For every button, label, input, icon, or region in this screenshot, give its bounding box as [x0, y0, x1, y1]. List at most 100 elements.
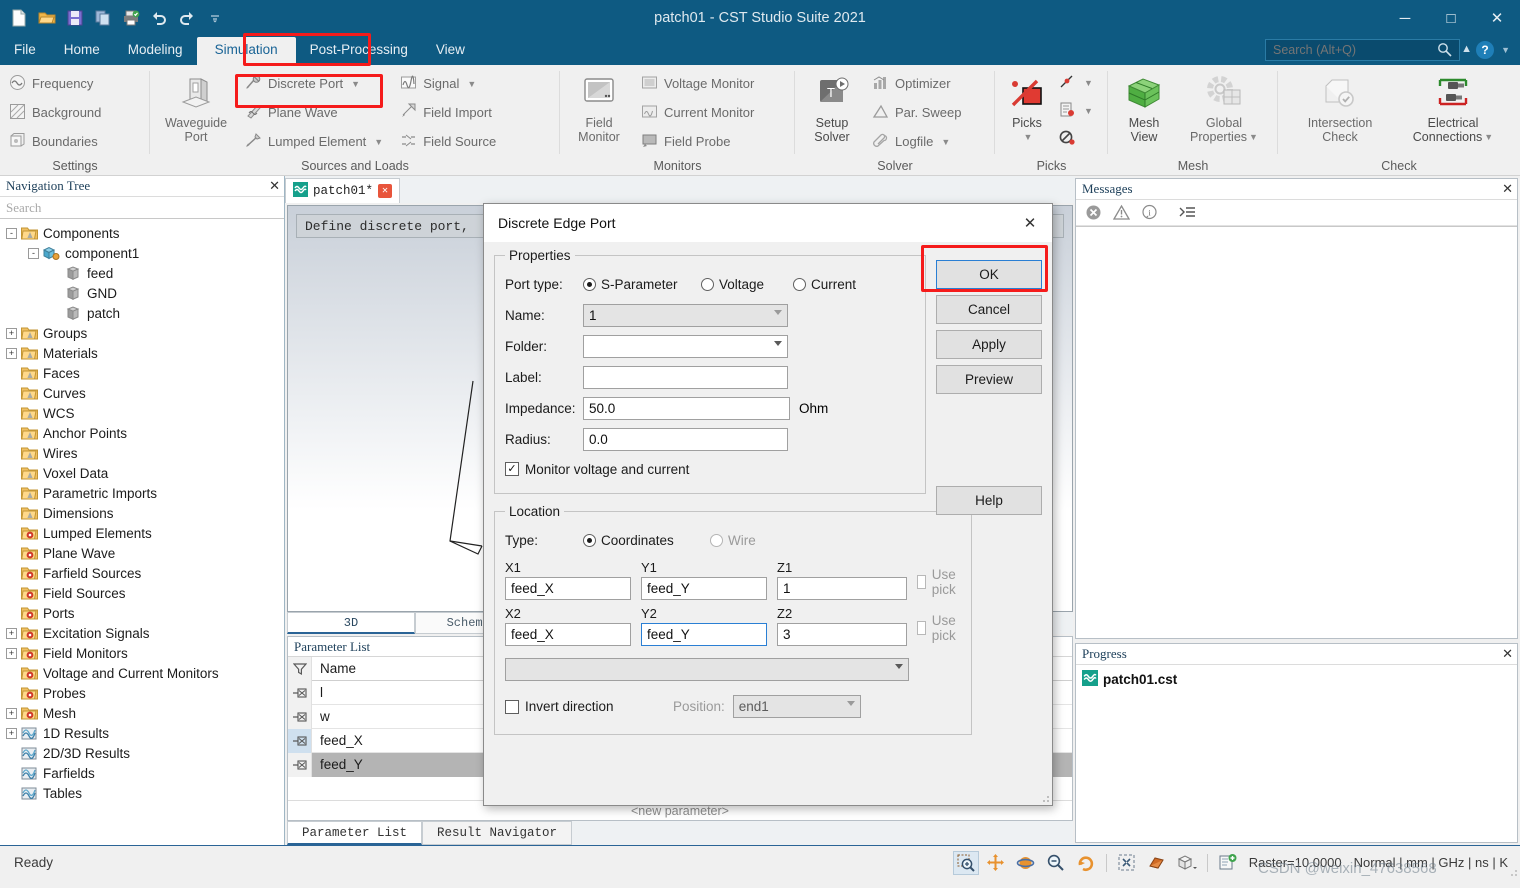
ribbon-button-field-monitor[interactable]: Field Monitor	[566, 70, 632, 144]
chevron-down-icon[interactable]: ▼	[467, 79, 476, 89]
nav-tree-item-gnd[interactable]: GND	[6, 283, 284, 303]
ribbon-button-intersection-check[interactable]: Intersection Check	[1292, 70, 1388, 144]
radio-voltage[interactable]: Voltage	[701, 277, 793, 292]
tree-expander[interactable]: -	[6, 227, 17, 239]
close-icon[interactable]: ✕	[378, 184, 393, 198]
name-combobox[interactable]	[583, 304, 788, 327]
fit-view-icon[interactable]	[1114, 851, 1140, 875]
maximize-button[interactable]: □	[1428, 0, 1474, 36]
bottom-tab-parameter-list[interactable]: Parameter List	[287, 821, 423, 845]
nav-tree-item-voltage-and-current-monitors[interactable]: Voltage and Current Monitors	[6, 663, 284, 683]
nav-tree-item-feed[interactable]: feed	[6, 263, 284, 283]
nav-tree-item-faces[interactable]: Faces	[6, 363, 284, 383]
open-icon[interactable]	[36, 7, 58, 29]
chevron-down-icon[interactable]: ▼	[1024, 130, 1033, 144]
progress-content[interactable]: patch01.cst	[1076, 665, 1517, 842]
save-icon[interactable]	[64, 7, 86, 29]
ribbon-collapse-icon[interactable]: ▲	[1461, 43, 1472, 55]
y1-input[interactable]	[641, 577, 767, 600]
ribbon-button-waveguide-port[interactable]: Waveguide Port	[156, 70, 236, 144]
search-icon[interactable]	[1437, 42, 1452, 60]
zoom-out-icon[interactable]	[1043, 851, 1069, 875]
parameter-expression-icon[interactable]	[288, 752, 312, 777]
folder-combobox[interactable]	[583, 335, 788, 358]
position-combobox[interactable]	[732, 695, 861, 718]
tree-expander[interactable]: +	[6, 327, 17, 339]
navigation-tree-list[interactable]: - Components - component1 feed GND patch + Group…	[0, 219, 284, 845]
ribbon-button-current-monitor[interactable]: Current Monitor	[638, 99, 760, 126]
radio-coordinates[interactable]: Coordinates	[583, 533, 710, 548]
ribbon-tab-modeling[interactable]: Modeling	[114, 37, 197, 65]
minimize-button[interactable]: ─	[1382, 0, 1428, 36]
tree-expander[interactable]: -	[28, 247, 39, 259]
x1-input[interactable]	[505, 577, 631, 600]
rotate-icon[interactable]	[1013, 851, 1039, 875]
close-icon[interactable]: ✕	[1008, 204, 1052, 242]
ribbon-tab-bar[interactable]: File Home Modeling Simulation Post-Proce…	[0, 36, 1520, 65]
nav-tree-item-component1[interactable]: - component1	[6, 243, 284, 263]
apply-button[interactable]: Apply	[936, 330, 1042, 359]
ribbon-button-pick-list[interactable]: ▼	[1055, 98, 1099, 124]
radio-current[interactable]: Current	[793, 277, 856, 292]
tree-expander[interactable]: +	[6, 347, 17, 359]
tree-expander[interactable]: +	[6, 727, 17, 739]
radio-s-parameter[interactable]: S-Parameter	[583, 277, 701, 292]
chevron-down-icon[interactable]: ▼	[1484, 130, 1493, 144]
nav-tree-item-lumped-elements[interactable]: Lumped Elements	[6, 523, 284, 543]
folder-input[interactable]	[583, 335, 788, 358]
impedance-input[interactable]	[583, 397, 790, 420]
bottom-tab-result-navigator[interactable]: Result Navigator	[422, 821, 573, 845]
radio-wire[interactable]: Wire	[710, 533, 756, 548]
monitor-voltage-current-checkbox[interactable]: ✓ Monitor voltage and current	[505, 462, 689, 477]
cancel-button[interactable]: Cancel	[936, 295, 1042, 324]
close-button[interactable]: ✕	[1474, 0, 1520, 36]
messages-content[interactable]	[1076, 226, 1517, 638]
view-cube-icon[interactable]	[1174, 851, 1200, 875]
ribbon-button-picks[interactable]: Picks ▼	[1001, 70, 1053, 144]
chevron-down-icon[interactable]: ▼	[1084, 78, 1093, 88]
ribbon-button-field-import[interactable]: Field Import	[397, 99, 502, 126]
nav-tree-item-field-monitors[interactable]: + Field Monitors	[6, 643, 284, 663]
filter-icon[interactable]	[288, 657, 312, 681]
ribbon-button-clear-picks[interactable]	[1055, 126, 1099, 152]
help-icon[interactable]: ?	[1476, 41, 1494, 59]
nav-tree-item-patch[interactable]: patch	[6, 303, 284, 323]
ribbon-button-par-sweep[interactable]: Par. Sweep	[869, 99, 968, 126]
ribbon-button-voltage-monitor[interactable]: Voltage Monitor	[638, 70, 760, 97]
nav-tree-item-excitation-signals[interactable]: + Excitation Signals	[6, 623, 284, 643]
tree-expander[interactable]: +	[6, 647, 17, 659]
invert-direction-checkbox[interactable]: Invert direction	[505, 699, 673, 714]
document-tab-bar[interactable]: patch01* ✕	[285, 176, 1075, 203]
qat-more-icon[interactable]	[204, 7, 226, 29]
window-controls[interactable]: ─ □ ✕	[1382, 0, 1520, 36]
ribbon-button-boundaries[interactable]: Boundaries	[6, 128, 107, 155]
parameter-expression-icon[interactable]	[288, 704, 312, 729]
ribbon-button-field-probe[interactable]: Field Probe	[638, 128, 760, 155]
wire-combobox[interactable]	[505, 658, 909, 681]
nav-tree-item-wcs[interactable]: WCS	[6, 403, 284, 423]
view-tab-3d[interactable]: 3D	[287, 612, 415, 634]
chevron-down-icon[interactable]: ▼	[1084, 106, 1093, 116]
rotate-view-icon[interactable]	[1073, 851, 1099, 875]
warning-icon[interactable]	[1108, 202, 1134, 224]
nav-tree-item-components[interactable]: - Components	[6, 223, 284, 243]
ribbon-button-field-source[interactable]: Field Source	[397, 128, 502, 155]
new-icon[interactable]	[8, 7, 30, 29]
discrete-edge-port-dialog[interactable]: Discrete Edge Port ✕ Properties Port typ…	[483, 203, 1053, 806]
pan-icon[interactable]	[983, 851, 1009, 875]
nav-tree-item-dimensions[interactable]: Dimensions	[6, 503, 284, 523]
ribbon-button-electrical-connections[interactable]: Electrical Connections ▼	[1400, 70, 1506, 144]
copy-icon[interactable]	[92, 7, 114, 29]
radius-input[interactable]	[583, 428, 788, 451]
nav-tree-item-plane-wave[interactable]: Plane Wave	[6, 543, 284, 563]
nav-tree-item-groups[interactable]: + Groups	[6, 323, 284, 343]
nav-tree-item-voxel-data[interactable]: Voxel Data	[6, 463, 284, 483]
nav-tree-item-ports[interactable]: Ports	[6, 603, 284, 623]
label-input[interactable]	[583, 366, 788, 389]
ribbon-button-optimizer[interactable]: Optimizer	[869, 70, 968, 97]
resize-grip[interactable]	[1506, 865, 1518, 877]
zoom-select-icon[interactable]	[952, 850, 979, 875]
redo-icon[interactable]	[176, 7, 198, 29]
nav-tree-item-1d-results[interactable]: +1D Results	[6, 723, 284, 743]
ribbon-tab-home[interactable]: Home	[50, 37, 114, 65]
